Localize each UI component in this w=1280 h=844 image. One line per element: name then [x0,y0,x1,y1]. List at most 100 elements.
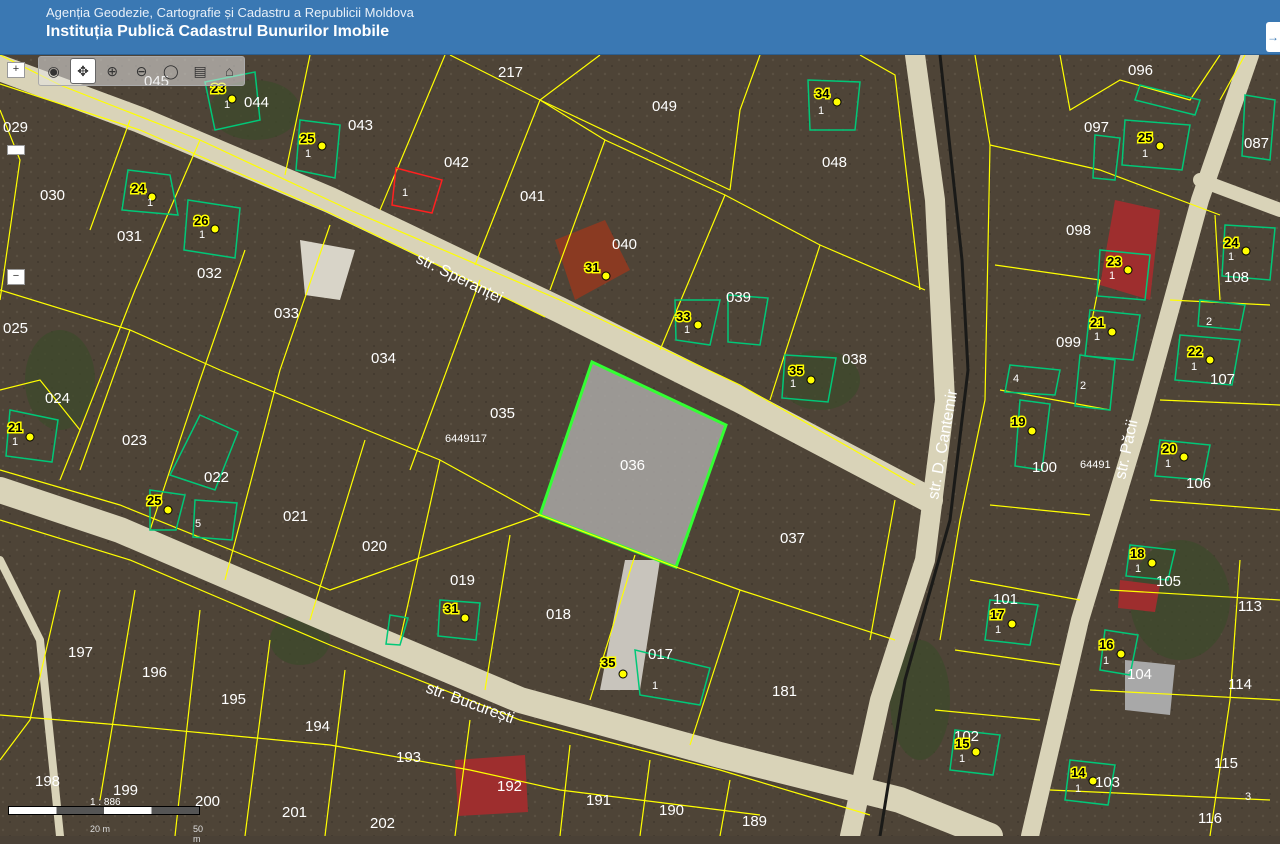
parcel-label-099: 099 [1056,334,1081,351]
house-number: 17 [990,607,1004,622]
house-number: 21 [1090,315,1104,330]
svg-text:1: 1 [995,624,1001,636]
svg-text:1: 1 [652,680,658,692]
house-number: 33 [676,309,690,324]
scale-bar-graphic [8,806,200,815]
svg-text:1: 1 [199,229,205,241]
svg-text:3: 3 [1245,791,1251,803]
parcel-label-105: 105 [1156,573,1181,590]
map-canvas[interactable]: str. Speranței str. București str. D. Ca… [0,55,1280,836]
parcel-label-022: 022 [204,469,229,486]
scale-bar: 1 : 886 20 m 50 m [8,797,203,844]
parcel-label-097: 097 [1084,119,1109,136]
house-number: 31 [585,260,599,275]
house-number: 34 [815,86,830,101]
house-number: 25 [1138,130,1152,145]
scale-label-50: 50 m [193,824,204,844]
svg-text:1: 1 [959,753,965,765]
globe-icon[interactable]: ◉ [41,58,66,84]
house-number: 21 [8,420,22,435]
agency-name: Agenția Geodezie, Cartografie și Cadastr… [46,5,414,20]
parcel-label-114: 114 [1228,676,1252,693]
svg-text:1: 1 [1103,655,1109,667]
parcel-label-043: 043 [348,117,373,134]
parcel-label-044: 044 [244,94,269,111]
svg-text:1: 1 [1228,251,1234,263]
house-number: 25 [300,131,314,146]
svg-text:1: 1 [1075,783,1081,795]
parcel-label-087: 087 [1244,135,1269,152]
parcel-label-030: 030 [40,187,65,204]
parcel-label-020: 020 [362,538,387,555]
parcel-label-024: 024 [45,390,70,407]
parcel-label-041: 041 [520,188,545,205]
panel-toggle-button[interactable]: → [1266,22,1280,52]
house-number: 15 [955,736,969,751]
map-toolbar: ◉ ✥ ⊕ ⊖ ◯ ▤ ⌂ [38,56,245,86]
parcel-label-096: 096 [1128,62,1153,79]
house-number: 24 [131,181,146,196]
parcel-label-032: 032 [197,265,222,282]
parcel-label-192: 192 [497,778,522,795]
app-header: Agenția Geodezie, Cartografie și Cadastr… [0,0,1280,55]
zoom-in-box-icon[interactable]: ⊕ [100,58,125,84]
house-number: 25 [147,493,161,508]
svg-text:1: 1 [1191,361,1197,373]
parcel-label-108: 108 [1224,269,1249,286]
parcel-label-019: 019 [450,572,475,589]
house-number: 19 [1011,414,1025,429]
parcel-label-194: 194 [305,718,330,735]
parcel-label-042: 042 [444,154,469,171]
home-icon[interactable]: ⌂ [217,58,242,84]
parcel-label-037: 037 [780,530,805,547]
svg-text:5: 5 [195,518,201,530]
parcel-label-035: 035 [490,405,515,422]
parcel-label-048: 048 [822,154,847,171]
svg-text:2: 2 [1080,380,1086,392]
svg-text:1: 1 [818,105,824,117]
svg-text:1: 1 [224,99,230,111]
parcel-label-202: 202 [370,815,395,832]
svg-text:1: 1 [147,197,153,209]
svg-text:1: 1 [1109,270,1115,282]
pan-icon[interactable]: ✥ [70,58,96,84]
house-number: 23 [1107,254,1121,269]
house-number: 14 [1071,765,1086,780]
parcel-label-034: 034 [371,350,396,367]
info-icon[interactable]: ◯ [158,58,183,84]
zoom-out-button[interactable]: − [7,269,25,285]
svg-text:1: 1 [684,324,690,336]
parcel-label-217: 217 [498,64,523,81]
svg-text:1: 1 [1135,563,1141,575]
parcel-label-191: 191 [586,792,611,809]
parcel-label-113: 113 [1238,598,1262,615]
parcel-label-201: 201 [282,804,307,821]
svg-text:1: 1 [790,378,796,390]
svg-text:1: 1 [1094,331,1100,343]
parcel-label-018: 018 [546,606,571,623]
parcel-label-189: 189 [742,813,767,830]
house-number: 26 [194,213,208,228]
parcel-label-029: 029 [3,119,28,136]
house-number: 31 [444,601,458,616]
svg-text:4: 4 [1013,373,1019,385]
house-number: 35 [601,655,615,670]
svg-text:1: 1 [402,187,408,199]
parcel-label-198: 198 [35,773,60,790]
cadastral-code-label: 6449117 [445,433,487,445]
cadastral-map[interactable]: str. Speranței str. București str. D. Ca… [0,55,1280,836]
scale-label-20: 20 m [90,824,111,834]
parcel-label-040: 040 [612,236,637,253]
zoom-slider-handle[interactable] [7,145,25,155]
parcel-label-115: 115 [1214,755,1238,772]
svg-text:2: 2 [1206,316,1212,328]
svg-text:1: 1 [1142,148,1148,160]
parcel-label-023: 023 [122,432,147,449]
parcel-label-036: 036 [620,457,645,474]
zoom-out-box-icon[interactable]: ⊖ [129,58,154,84]
measure-icon[interactable]: ▤ [187,58,212,84]
house-number: 16 [1099,637,1113,652]
cadastral-code-label-2: 64491 [1080,459,1111,471]
zoom-in-button[interactable]: + [7,62,25,78]
parcel-label-038: 038 [842,351,867,368]
